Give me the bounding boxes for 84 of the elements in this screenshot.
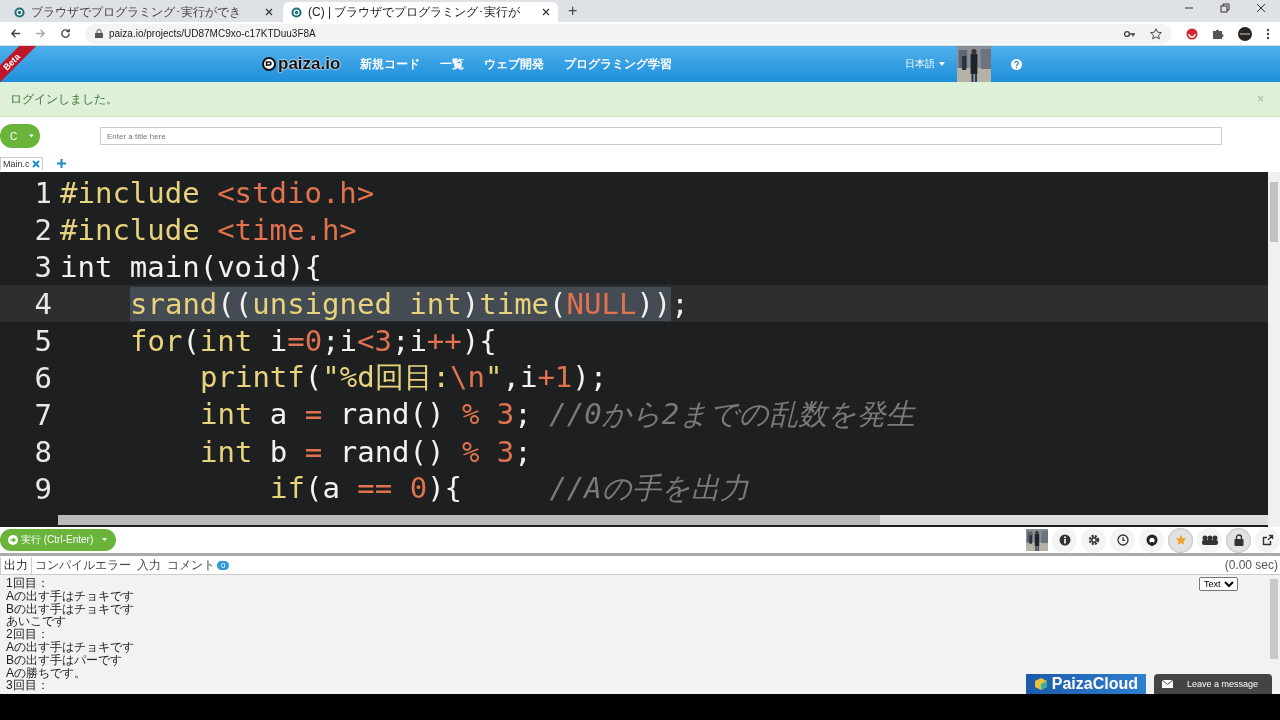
logo-icon: [262, 57, 276, 71]
info-icon: [1058, 534, 1071, 546]
count-badge: 0: [217, 560, 230, 570]
output-line: Bの出す手はチョキです: [6, 602, 134, 616]
code-line: int b = rand() % 3;: [200, 434, 532, 469]
line-number: 2: [33, 212, 53, 247]
output-tab[interactable]: 入力: [134, 556, 164, 574]
chat-widget[interactable]: Leave a message: [1154, 674, 1272, 694]
toolbar-button[interactable]: [1226, 527, 1251, 553]
close-icon[interactable]: [265, 8, 273, 16]
output-tab[interactable]: 出力: [0, 556, 32, 574]
code-line: for(int i=0;i<3;i++){: [130, 323, 497, 358]
run-icon: [8, 535, 18, 545]
output-line: Aの出す手はチョキです: [6, 589, 134, 603]
new-tab-button[interactable]: +: [568, 2, 578, 20]
line-number: 6: [33, 360, 53, 395]
caret-icon: [939, 62, 945, 66]
help-icon[interactable]: [1011, 58, 1022, 70]
scrollbar[interactable]: [1268, 172, 1280, 527]
lock-icon: [95, 29, 103, 38]
group-icon: [1200, 534, 1219, 546]
browser-tab[interactable]: (C) | ブラウザでプログラミング･実行が: [283, 2, 558, 22]
output-line: Aの出す手はチョキです: [6, 641, 134, 654]
code-line: printf("%d回目:\n",i+1);: [200, 358, 608, 396]
address-bar[interactable]: paiza.io/projects/UD87MC9xo-c17KTDuu3F8A: [85, 23, 1172, 44]
code-line: #include <stdio.h>: [60, 175, 375, 210]
title-field[interactable]: Enter a title here: [100, 127, 1222, 145]
output-tab[interactable]: コンパイルエラー: [32, 556, 134, 574]
mail-icon: [1162, 680, 1173, 688]
code-line: #include <time.h>: [60, 212, 357, 247]
share-icon: [1261, 534, 1274, 546]
output-tab[interactable]: コメント 0: [164, 556, 233, 574]
back-icon[interactable]: [10, 28, 21, 39]
line-number: 5: [33, 323, 53, 358]
output-line: 2回目：: [6, 628, 49, 641]
toolbar-button[interactable]: [1110, 527, 1135, 553]
output-line: Bの出す手はパーです: [6, 653, 122, 667]
output-line: Aの勝ちです。: [6, 666, 86, 680]
line-number: 4: [33, 286, 53, 321]
logo[interactable]: paiza.io: [262, 54, 341, 74]
restore-icon[interactable]: [1220, 3, 1230, 13]
line-number: 1: [33, 175, 53, 210]
line-number: 7: [33, 397, 53, 432]
star-icon[interactable]: [1150, 27, 1162, 40]
toolbar-button[interactable]: [1139, 527, 1164, 553]
elapsed-time: (0.00 sec): [1224, 558, 1278, 572]
cube-icon: [1033, 677, 1048, 691]
scrollbar[interactable]: [58, 515, 1268, 525]
toolbar-button[interactable]: [1052, 527, 1077, 553]
output-line: あいこです: [6, 615, 66, 629]
scrollbar[interactable]: [1270, 579, 1278, 659]
code-line: int main(void){: [60, 249, 322, 284]
output-line: 3回目：: [6, 679, 49, 693]
settings-icon: [1087, 534, 1100, 546]
profile-avatar-icon[interactable]: [1238, 26, 1252, 41]
puzzle-icon[interactable]: [1212, 27, 1224, 40]
line-number: 9: [33, 471, 53, 506]
lock-icon: [1232, 534, 1245, 546]
clock-icon: [1116, 534, 1129, 546]
browser-tab[interactable]: ブラウザでプログラミング･実行ができ: [6, 2, 281, 22]
key-icon[interactable]: [1124, 29, 1136, 38]
site-icon: [14, 6, 25, 18]
toolbar-button[interactable]: [1081, 527, 1106, 553]
reload-icon[interactable]: [60, 28, 71, 39]
extension-icon[interactable]: [1186, 27, 1198, 40]
add-icon[interactable]: [56, 159, 66, 168]
close-icon[interactable]: [542, 8, 550, 16]
line-number: 8: [33, 434, 53, 469]
site-icon: [291, 6, 302, 18]
output-line: 1回目：: [6, 577, 49, 590]
star-icon: [1174, 534, 1187, 546]
file-tab[interactable]: Main.c: [0, 157, 43, 170]
menu-icon[interactable]: [1266, 27, 1270, 40]
toolbar-button[interactable]: [1197, 527, 1222, 553]
toolbar-button[interactable]: [1255, 527, 1280, 553]
close-icon[interactable]: [1256, 3, 1266, 13]
code-editor[interactable]: [0, 172, 1280, 527]
caret-icon: [29, 134, 34, 138]
line-number: 3: [33, 249, 53, 284]
code-line: if(a == 0){ //Aの手を出力: [270, 469, 749, 507]
alert-message: ログインしました。: [10, 90, 118, 108]
format-select[interactable]: Text: [1199, 577, 1238, 591]
code-line: int a = rand() % 3; //0から2までの乱数を発生: [200, 395, 916, 433]
cloud-banner[interactable]: PaizaCloud: [1025, 674, 1146, 694]
